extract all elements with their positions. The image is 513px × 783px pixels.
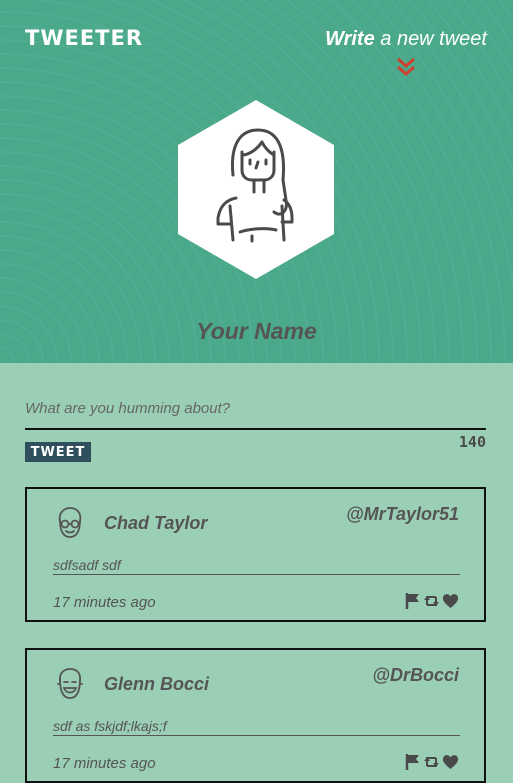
- profile-header: TWEETER Write a new tweet Your Name: [0, 0, 513, 363]
- flag-icon[interactable]: [404, 592, 421, 610]
- profile-avatar[interactable]: [178, 100, 334, 279]
- avatar-smile-icon: [57, 668, 83, 699]
- compose-rest-text: a new tweet: [374, 28, 487, 50]
- tweet-input[interactable]: [25, 388, 486, 430]
- tweet-card: Chad Taylor @MrTaylor51 sdfsadf sdf 17 m…: [25, 487, 486, 622]
- heart-icon[interactable]: [442, 592, 459, 610]
- tweet-timestamp: 17 minutes ago: [53, 755, 156, 772]
- tweet-text: sdf as fskjdf;lkajs;f: [53, 718, 460, 736]
- chevron-double-down-icon[interactable]: [395, 57, 417, 77]
- heart-icon[interactable]: [442, 753, 459, 771]
- compose-bold-text: Write: [325, 28, 375, 50]
- profile-name: Your Name: [196, 318, 317, 344]
- retweet-icon[interactable]: [423, 753, 440, 771]
- tweet-author-name[interactable]: Chad Taylor: [104, 513, 207, 534]
- tweet-actions: [404, 753, 459, 771]
- char-counter: 140: [458, 433, 486, 451]
- tweet-button[interactable]: TWEET: [25, 442, 91, 462]
- avatar-glasses-icon: [58, 507, 82, 538]
- brand-logo[interactable]: TWEETER: [25, 26, 143, 50]
- tweet-author-handle[interactable]: @MrTaylor51: [346, 504, 459, 525]
- tweet-text: sdfsadf sdf: [53, 557, 460, 575]
- tweet-author-name[interactable]: Glenn Bocci: [104, 674, 209, 695]
- write-tweet-link[interactable]: Write a new tweet: [325, 28, 487, 51]
- tweet-author-handle[interactable]: @DrBocci: [372, 665, 459, 686]
- flag-icon[interactable]: [404, 753, 421, 771]
- tweet-timestamp: 17 minutes ago: [53, 594, 156, 611]
- retweet-icon[interactable]: [423, 592, 440, 610]
- tweet-card: Glenn Bocci @DrBocci sdf as fskjdf;lkajs…: [25, 648, 486, 783]
- tweet-actions: [404, 592, 459, 610]
- hexagon-frame: [178, 100, 334, 279]
